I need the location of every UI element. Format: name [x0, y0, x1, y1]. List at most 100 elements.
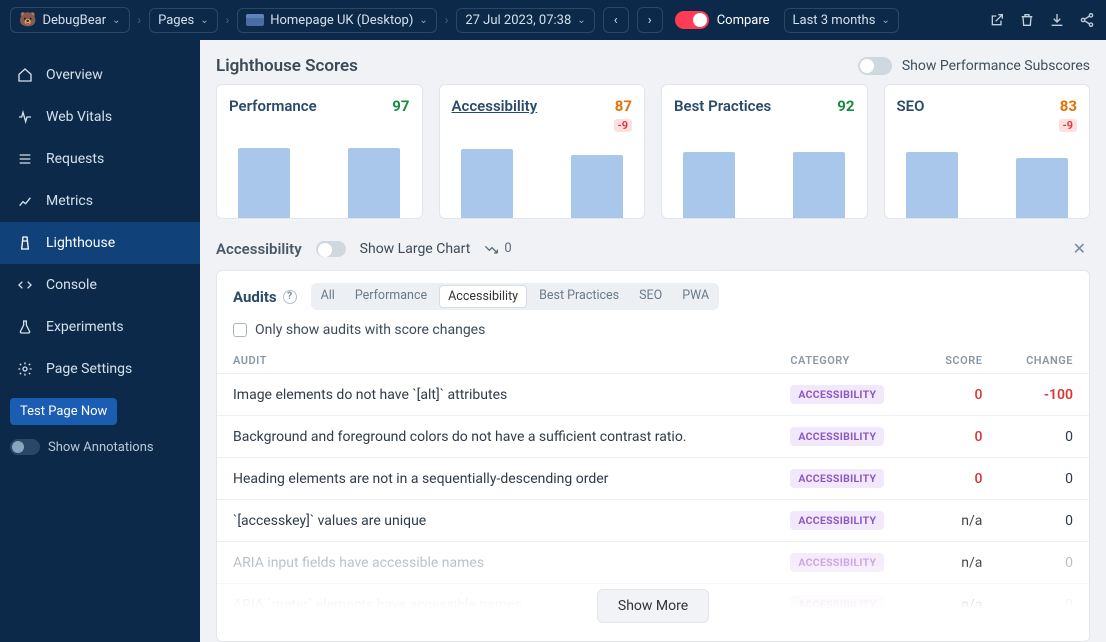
category-chip: ACCESSIBILITY [790, 469, 884, 488]
next-run-button[interactable]: › [637, 7, 663, 33]
col-change[interactable]: CHANGE [998, 348, 1089, 374]
tab-pwa[interactable]: PWA [672, 283, 719, 310]
test-page-button[interactable]: Test Page Now [10, 398, 117, 425]
audits-title: Audits [233, 288, 277, 306]
breadcrumb-page[interactable]: Homepage UK (Desktop) ⌄ [237, 8, 437, 33]
score-value: 83 [1059, 97, 1077, 115]
breadcrumb-brand[interactable]: 🐻 DebugBear ⌄ [10, 7, 130, 33]
compare-toggle[interactable] [675, 11, 709, 29]
sidebar-item-label: Requests [46, 151, 104, 167]
score-delta: -9 [1059, 119, 1077, 132]
sidebar-item-web-vitals[interactable]: Web Vitals [0, 96, 200, 138]
score-card-best-practices[interactable]: Best Practices92 [661, 84, 868, 219]
col-score[interactable]: SCORE [919, 348, 998, 374]
score-card-seo[interactable]: SEO 83 -9 [884, 84, 1091, 219]
subscores-toggle[interactable] [858, 57, 892, 75]
table-row[interactable]: Heading elements are not in a sequential… [217, 458, 1089, 500]
score-label: Best Practices [674, 97, 771, 115]
audit-score: n/a [919, 500, 998, 542]
sidebar-item-label: Experiments [46, 319, 124, 335]
score-sparkline [674, 143, 855, 218]
page-thumbnail-icon [246, 14, 264, 26]
sidebar-item-overview[interactable]: Overview [0, 54, 200, 96]
sidebar-item-lighthouse[interactable]: Lighthouse [0, 222, 200, 264]
list-icon [16, 150, 34, 168]
show-annotations-group: Show Annotations [0, 439, 200, 455]
sidebar-item-label: Web Vitals [46, 109, 112, 125]
tab-all[interactable]: All [311, 283, 345, 310]
audit-change: 0 [998, 416, 1089, 458]
score-card-accessibility[interactable]: Accessibility 87 -9 [439, 84, 646, 219]
tab-best-practices[interactable]: Best Practices [529, 283, 629, 310]
sidebar-item-requests[interactable]: Requests [0, 138, 200, 180]
chart-icon [16, 192, 34, 210]
score-sparkline [229, 143, 410, 218]
table-row[interactable]: Background and foreground colors do not … [217, 416, 1089, 458]
date-label: 27 Jul 2023, 07:38 [465, 13, 571, 28]
bar-prev [461, 149, 513, 218]
pulse-icon [16, 108, 34, 126]
audit-name: `[accesskey]` values are unique [217, 500, 774, 542]
table-row[interactable]: `[accesskey]` values are uniqueACCESSIBI… [217, 500, 1089, 542]
sidebar-item-console[interactable]: Console [0, 264, 200, 306]
help-icon[interactable]: ? [283, 290, 297, 304]
prev-run-button[interactable]: ‹ [603, 7, 629, 33]
show-more-button[interactable]: Show More [597, 589, 709, 623]
audit-category: ACCESSIBILITY [774, 500, 919, 542]
range-selector[interactable]: Last 3 months ⌄ [784, 8, 899, 33]
download-icon[interactable] [1048, 11, 1066, 29]
score-label: SEO [897, 97, 925, 115]
sidebar: Overview Web Vitals Requests Metrics Lig… [0, 40, 200, 642]
sidebar-item-page-settings[interactable]: Page Settings [0, 348, 200, 390]
brand-label: DebugBear [42, 13, 106, 28]
score-card-performance[interactable]: Performance97 [216, 84, 423, 219]
audit-name: Heading elements are not in a sequential… [217, 458, 774, 500]
score-sparkline [452, 143, 633, 218]
code-icon [16, 276, 34, 294]
chevron-down-icon: ⌄ [577, 15, 585, 26]
audits-tabs: AllPerformanceAccessibilityBest Practice… [311, 283, 720, 310]
home-icon [16, 66, 34, 84]
tab-accessibility[interactable]: Accessibility [439, 285, 527, 308]
large-chart-toggle[interactable] [316, 241, 346, 257]
sidebar-item-label: Console [46, 277, 97, 293]
show-annotations-label: Show Annotations [48, 440, 154, 455]
score-changes-filter[interactable]: Only show audits with score changes [217, 322, 1089, 348]
col-audit[interactable]: AUDIT [217, 348, 774, 374]
layout: Overview Web Vitals Requests Metrics Lig… [0, 40, 1106, 642]
tab-performance[interactable]: Performance [345, 283, 437, 310]
lighthouse-icon [16, 234, 34, 252]
top-actions [988, 11, 1096, 29]
open-external-icon[interactable] [988, 11, 1006, 29]
score-label: Accessibility [452, 97, 538, 115]
page-label: Homepage UK (Desktop) [270, 13, 413, 28]
breadcrumb-pages[interactable]: Pages ⌄ [149, 8, 218, 33]
subscores-label: Show Performance Subscores [902, 58, 1090, 74]
trend-value: 0 [504, 241, 511, 256]
score-delta: -9 [614, 119, 632, 132]
table-row[interactable]: ARIA input fields have accessible namesA… [217, 542, 1089, 584]
table-row[interactable]: Image elements do not have `[alt]` attri… [217, 374, 1089, 416]
score-cards: Performance97 Accessibility 87 -9 Best Pract… [200, 84, 1106, 219]
audit-name: Background and foreground colors do not … [217, 416, 774, 458]
audit-change: 0 [998, 500, 1089, 542]
share-icon[interactable] [1078, 11, 1096, 29]
main-content: Lighthouse Scores Show Performance Subsc… [200, 40, 1106, 642]
bar-prev [238, 148, 290, 218]
close-detail-button[interactable]: ✕ [1069, 235, 1090, 262]
col-category[interactable]: CATEGORY [774, 348, 919, 374]
score-value: 87 [614, 97, 632, 115]
bar-curr [1016, 158, 1068, 218]
chevron-down-icon: ⌄ [200, 15, 208, 26]
audit-category: ACCESSIBILITY [774, 458, 919, 500]
sidebar-item-experiments[interactable]: Experiments [0, 306, 200, 348]
sidebar-item-metrics[interactable]: Metrics [0, 180, 200, 222]
trash-icon[interactable] [1018, 11, 1036, 29]
audits-table: AUDIT CATEGORY SCORE CHANGE Image elemen… [217, 348, 1089, 626]
tab-seo[interactable]: SEO [629, 283, 672, 310]
bear-icon: 🐻 [19, 12, 36, 28]
show-annotations-toggle[interactable] [10, 439, 40, 455]
audit-score: 0 [919, 374, 998, 416]
scores-header: Lighthouse Scores Show Performance Subsc… [200, 40, 1106, 84]
breadcrumb-date[interactable]: 27 Jul 2023, 07:38 ⌄ [456, 8, 594, 33]
